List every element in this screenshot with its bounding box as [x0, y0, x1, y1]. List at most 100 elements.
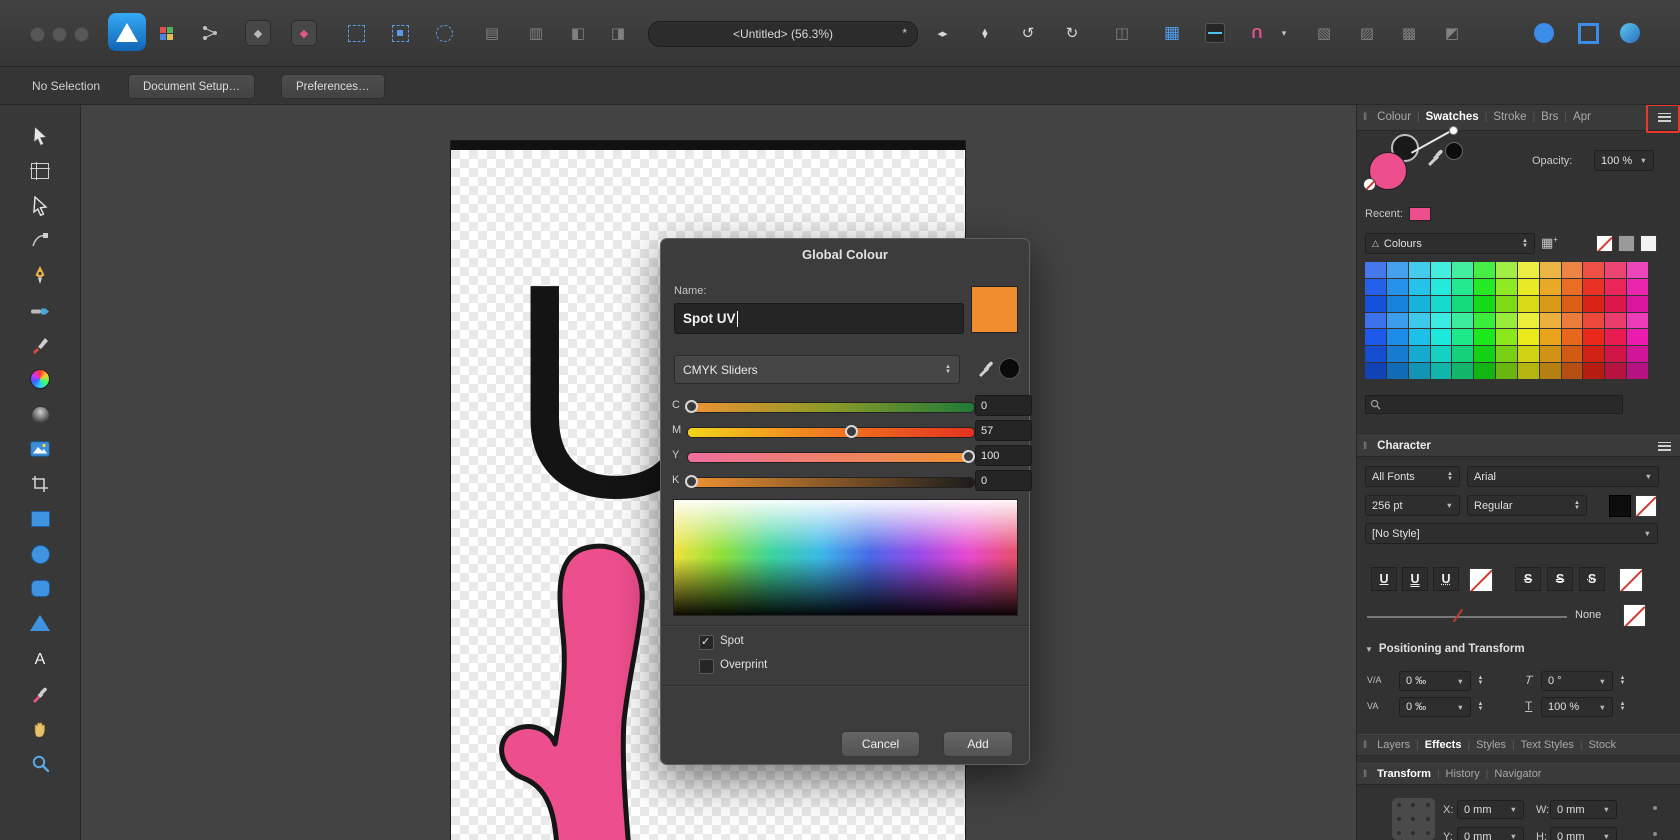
studio-drag-handle[interactable]: ‖	[1363, 740, 1367, 751]
baseline-stepper[interactable]: ▲▼	[1617, 697, 1628, 717]
character-drag-handle[interactable]: ‖	[1363, 441, 1367, 452]
font-bg-swatch[interactable]	[1635, 495, 1657, 517]
fill-swatch-icon[interactable]	[1530, 19, 1558, 47]
traffic-minimize[interactable]	[52, 27, 67, 42]
palette-swatch[interactable]	[1496, 363, 1517, 379]
slider-knob[interactable]	[962, 450, 975, 463]
palette-swatch[interactable]	[1474, 346, 1495, 362]
pixel-persona-icon[interactable]	[152, 19, 180, 47]
palette-swatch[interactable]	[1540, 329, 1561, 345]
y-field[interactable]: 0 mm ▼	[1457, 827, 1524, 840]
panel-drag-handle[interactable]: ‖	[1363, 112, 1367, 123]
slider-track[interactable]	[687, 452, 975, 463]
text-style-dropdown[interactable]: [No Style] ▼	[1365, 523, 1658, 544]
palette-swatch[interactable]	[1627, 329, 1648, 345]
flip-vertical-icon[interactable]: ◂▸	[972, 19, 1000, 47]
tab-transform[interactable]: Transform	[1377, 768, 1431, 780]
palette-grid-icon[interactable]: ▦+	[1541, 235, 1558, 251]
palette-swatch[interactable]	[1518, 279, 1539, 295]
palette-swatch[interactable]	[1409, 313, 1430, 329]
palette-swatch[interactable]	[1409, 262, 1430, 278]
palette-swatch[interactable]	[1605, 329, 1626, 345]
palette-swatch[interactable]	[1452, 329, 1473, 345]
palette-swatch[interactable]	[1409, 363, 1430, 379]
palette-swatch[interactable]	[1387, 363, 1408, 379]
point-transform-tool[interactable]	[26, 227, 54, 255]
cancel-button[interactable]: Cancel	[841, 731, 920, 757]
spot-checkbox[interactable]	[699, 635, 714, 650]
slider-knob[interactable]	[685, 400, 698, 413]
link-icon[interactable]	[1653, 832, 1657, 836]
palette-swatch[interactable]	[1540, 296, 1561, 312]
persona-badge-2[interactable]: ◆	[290, 19, 318, 47]
palette-swatch[interactable]	[1562, 346, 1583, 362]
palette-swatch[interactable]	[1431, 346, 1452, 362]
palette-swatch[interactable]	[1562, 262, 1583, 278]
tab-effects[interactable]: Effects	[1425, 739, 1462, 751]
palette-swatch[interactable]	[1431, 279, 1452, 295]
palette-swatch[interactable]	[1627, 313, 1648, 329]
toolbar-misc-icon-3[interactable]: ◧	[564, 19, 592, 47]
palette-swatch[interactable]	[1431, 262, 1452, 278]
font-collection-dropdown[interactable]: All Fonts ▲▼	[1365, 466, 1460, 487]
palette-swatch[interactable]	[1605, 279, 1626, 295]
x-field[interactable]: 0 mm ▼	[1457, 800, 1524, 819]
toolbar-misc-icon-6[interactable]: ▨	[1353, 19, 1381, 47]
palette-swatch[interactable]	[1431, 313, 1452, 329]
palette-swatch[interactable]	[1496, 329, 1517, 345]
pen-tool[interactable]	[26, 261, 54, 289]
slider-track[interactable]	[687, 402, 975, 413]
slider-track[interactable]	[687, 477, 975, 488]
current-colour-dot[interactable]	[999, 358, 1020, 379]
palette-swatch[interactable]	[1496, 346, 1517, 362]
tab-stock[interactable]: Stock	[1588, 739, 1616, 751]
document-setup-button[interactable]: Document Setup…	[128, 74, 255, 99]
slider-track[interactable]	[687, 427, 975, 438]
palette-swatch[interactable]	[1409, 346, 1430, 362]
palette-swatch[interactable]	[1387, 313, 1408, 329]
tab-stroke[interactable]: Stroke	[1493, 111, 1526, 123]
palette-swatch[interactable]	[1387, 262, 1408, 278]
kerning-stepper[interactable]: ▲▼	[1475, 671, 1486, 691]
palette-swatch[interactable]	[1605, 262, 1626, 278]
traffic-zoom[interactable]	[74, 27, 89, 42]
palette-swatch[interactable]	[1409, 296, 1430, 312]
palette-swatch[interactable]	[1474, 279, 1495, 295]
opacity-dropdown[interactable]: 100 % ▼	[1594, 150, 1654, 171]
palette-dropdown[interactable]: △ Colours ▲▼	[1365, 233, 1535, 254]
palette-swatch[interactable]	[1452, 363, 1473, 379]
artistic-text-tool[interactable]: A	[26, 646, 54, 674]
toolbar-misc-icon-1[interactable]: ▤	[478, 19, 506, 47]
link-icon[interactable]	[1653, 806, 1657, 810]
palette-swatch[interactable]	[1452, 346, 1473, 362]
palette-swatch[interactable]	[1627, 346, 1648, 362]
positioning-header[interactable]: ▼ Positioning and Transform	[1365, 643, 1525, 655]
decoration-none-swatch[interactable]	[1623, 604, 1646, 627]
duplicate-icon[interactable]: ◫	[1108, 19, 1136, 47]
palette-swatch[interactable]	[1365, 279, 1386, 295]
palette-swatch[interactable]	[1583, 279, 1604, 295]
node-tool[interactable]	[26, 192, 54, 220]
palette-swatch[interactable]	[1605, 296, 1626, 312]
palette-swatch[interactable]	[1605, 346, 1626, 362]
palette-swatch[interactable]	[1409, 329, 1430, 345]
paint-brush-tool[interactable]	[26, 331, 54, 359]
shear-stepper[interactable]: ▲▼	[1617, 671, 1628, 691]
kerning-field[interactable]: 0 ‰ ▼	[1399, 671, 1471, 691]
slider-knob[interactable]	[845, 425, 858, 438]
palette-swatch[interactable]	[1605, 313, 1626, 329]
none-swatch-small[interactable]	[1363, 178, 1376, 191]
h-field[interactable]: 0 mm ▼	[1550, 827, 1617, 840]
palette-swatch[interactable]	[1540, 363, 1561, 379]
palette-swatch[interactable]	[1562, 296, 1583, 312]
palette-swatch[interactable]	[1583, 329, 1604, 345]
strike-none-swatch[interactable]	[1619, 568, 1643, 592]
palette-swatch[interactable]	[1518, 262, 1539, 278]
palette-swatch[interactable]	[1583, 346, 1604, 362]
gradient-swatch-icon[interactable]	[1616, 19, 1644, 47]
palette-swatch[interactable]	[1583, 262, 1604, 278]
palette-swatch[interactable]	[1562, 279, 1583, 295]
palette-swatch[interactable]	[1627, 296, 1648, 312]
secondary-colour-dot[interactable]	[1445, 142, 1463, 160]
triangle-tool[interactable]	[26, 609, 54, 637]
